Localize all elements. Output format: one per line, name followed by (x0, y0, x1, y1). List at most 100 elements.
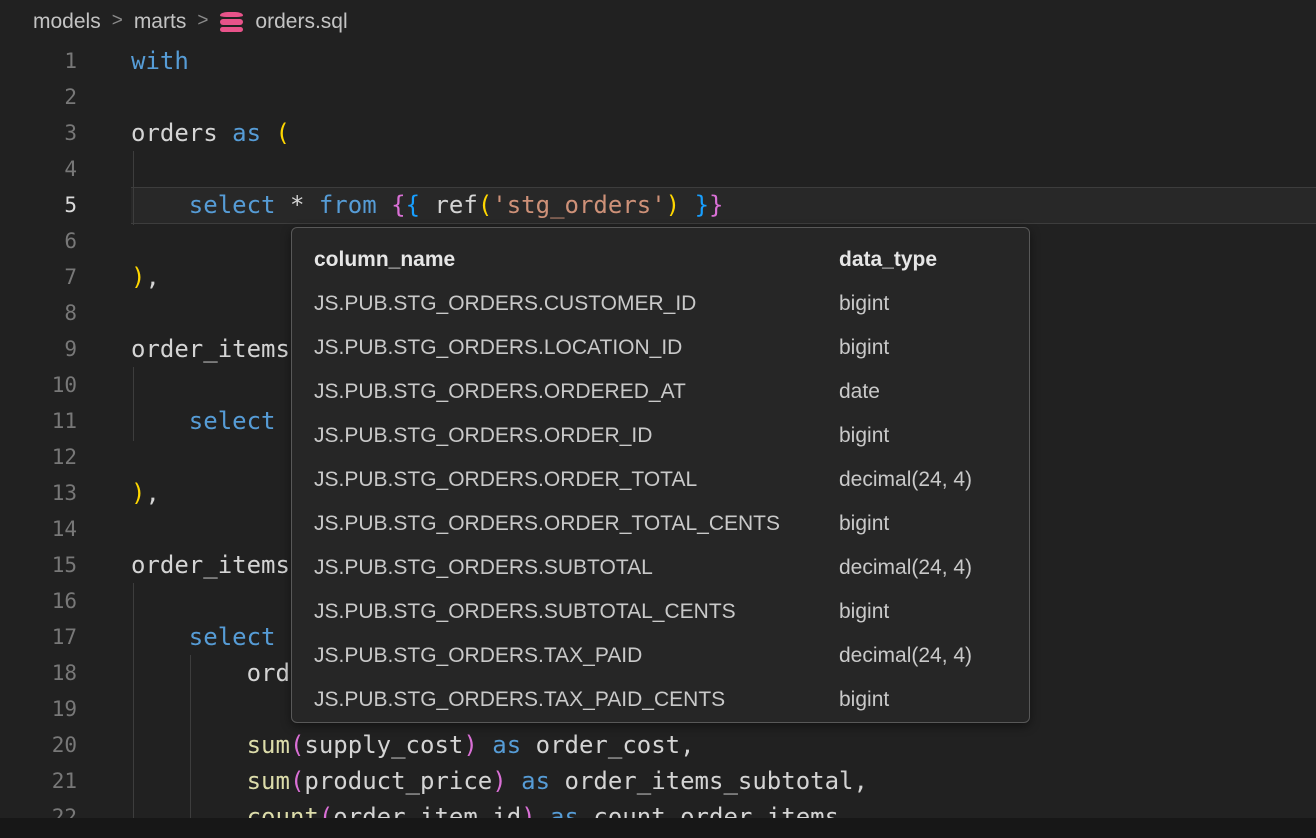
code-token: as (521, 767, 550, 795)
code-line-20[interactable]: sum(supply_cost) as order_cost, (131, 727, 1316, 763)
popup-cell-column-name: JS.PUB.STG_ORDERS.ORDER_ID (314, 424, 652, 447)
code-token: ref (434, 191, 477, 219)
code-token: sum (247, 767, 290, 795)
breadcrumb-item-marts[interactable]: marts (134, 10, 187, 34)
popup-cell-data-type: date (839, 370, 880, 414)
popup-row: JS.PUB.STG_ORDERS.ORDERED_AT date (292, 370, 1029, 414)
code-token: { (406, 191, 420, 219)
code-line-1[interactable]: with (131, 43, 1316, 79)
code-token: supply_cost (304, 731, 463, 759)
line-number-21: 21 (0, 763, 77, 799)
code-token: ( (290, 767, 304, 795)
code-token (131, 623, 189, 651)
code-token: sum (247, 731, 290, 759)
code-token (507, 767, 521, 795)
breadcrumb-item-file[interactable]: orders.sql (255, 10, 347, 34)
popup-row: JS.PUB.STG_ORDERS.TAX_PAIDdecimal(24, 4) (292, 634, 1029, 678)
code-token (131, 767, 247, 795)
popup-row: JS.PUB.STG_ORDERS.CUSTOMER_IDbigint (292, 282, 1029, 326)
code-token: order_items (131, 335, 290, 363)
breadcrumb-item-models[interactable]: models (33, 10, 101, 34)
popup-cell-data-type: bigint (839, 326, 889, 370)
code-token: as (232, 119, 261, 147)
code-token: with (131, 47, 189, 75)
code-token: ) (666, 191, 680, 219)
popup-cell-column-name: JS.PUB.STG_ORDERS.SUBTOTAL_CENTS (314, 600, 736, 623)
line-number-13: 13 (0, 475, 77, 511)
popup-cell-column-name: JS.PUB.STG_ORDERS.CUSTOMER_ID (314, 292, 696, 315)
line-number-7: 7 (0, 259, 77, 295)
code-token: ) (131, 479, 145, 507)
code-token (261, 119, 275, 147)
popup-cell-data-type: bigint (839, 502, 889, 546)
code-token (131, 407, 189, 435)
editor-screen: models > marts > orders.sql 123456789101… (0, 0, 1316, 838)
code-token: order_cost, (521, 731, 694, 759)
line-number-14: 14 (0, 511, 77, 547)
code-token: ( (290, 731, 304, 759)
popup-row: JS.PUB.STG_ORDERS.LOCATION_ID bigint (292, 326, 1029, 370)
line-number-11: 11 (0, 403, 77, 439)
line-number-17: 17 (0, 619, 77, 655)
code-token: ( (276, 119, 290, 147)
popup-cell-column-name: JS.PUB.STG_ORDERS.ORDERED_AT (314, 380, 686, 403)
code-line-2[interactable] (131, 79, 1316, 115)
popup-cell-data-type: decimal(24, 4) (839, 634, 972, 678)
code-token (680, 191, 694, 219)
code-token: order_items_subtotal, (550, 767, 868, 795)
line-number-5: 5 (0, 187, 77, 223)
code-token: from (319, 191, 377, 219)
code-token: as (492, 731, 521, 759)
popup-cell-data-type: bigint (839, 590, 889, 634)
popup-cell-data-type: bigint (839, 678, 889, 722)
popup-row: JS.PUB.STG_ORDERS.SUBTOTAL_CENTS bigint (292, 590, 1029, 634)
line-number-gutter: 12345678910111213141516171819202122 (0, 43, 77, 835)
code-token: product_price (304, 767, 492, 795)
database-icon (220, 12, 243, 33)
code-token: * (276, 191, 319, 219)
breadcrumb: models > marts > orders.sql (0, 0, 1316, 44)
line-number-19: 19 (0, 691, 77, 727)
code-token (478, 731, 492, 759)
code-token: order_items (131, 551, 290, 579)
popup-header-row: column_name data_type (292, 238, 1029, 282)
popup-header-column-name: column_name (314, 248, 455, 271)
popup-row: JS.PUB.STG_ORDERS.ORDER_TOTAL_CENTS bigin… (292, 502, 1029, 546)
code-token: ) (463, 731, 477, 759)
line-number-12: 12 (0, 439, 77, 475)
code-line-21[interactable]: sum(product_price) as order_items_subtot… (131, 763, 1316, 799)
line-number-18: 18 (0, 655, 77, 691)
line-number-6: 6 (0, 223, 77, 259)
popup-header-data-type: data_type (839, 238, 937, 282)
code-token: orders (131, 119, 232, 147)
line-number-15: 15 (0, 547, 77, 583)
code-token: , (145, 479, 159, 507)
popup-cell-data-type: decimal(24, 4) (839, 458, 972, 502)
code-line-5[interactable]: select * from {{ ref('stg_orders') }} (131, 187, 1316, 223)
line-number-1: 1 (0, 43, 77, 79)
line-number-2: 2 (0, 79, 77, 115)
popup-cell-column-name: JS.PUB.STG_ORDERS.ORDER_TOTAL_CENTS (314, 512, 780, 535)
code-line-4[interactable] (131, 151, 1316, 187)
line-number-4: 4 (0, 151, 77, 187)
line-number-20: 20 (0, 727, 77, 763)
code-token: } (695, 191, 709, 219)
code-token: select (189, 623, 276, 651)
line-number-10: 10 (0, 367, 77, 403)
popup-cell-column-name: JS.PUB.STG_ORDERS.LOCATION_ID (314, 336, 682, 359)
code-line-3[interactable]: orders as ( (131, 115, 1316, 151)
code-token: , (145, 263, 159, 291)
popup-row: JS.PUB.STG_ORDERS.SUBTOTALdecimal(24, 4) (292, 546, 1029, 590)
code-token: select (189, 407, 276, 435)
popup-row: JS.PUB.STG_ORDERS.ORDER_TOTALdecimal(24,… (292, 458, 1029, 502)
code-token: ) (492, 767, 506, 795)
popup-cell-column-name: JS.PUB.STG_ORDERS.TAX_PAID_CENTS (314, 688, 725, 711)
code-token (131, 191, 189, 219)
bottom-panel-edge (0, 818, 1316, 838)
column-info-popup: column_name data_type JS.PUB.STG_ORDERS.… (291, 227, 1030, 723)
popup-row: JS.PUB.STG_ORDERS.ORDER_IDbigint (292, 414, 1029, 458)
code-token: } (709, 191, 723, 219)
popup-cell-column-name: JS.PUB.STG_ORDERS.SUBTOTAL (314, 556, 653, 579)
line-number-9: 9 (0, 331, 77, 367)
code-token: 'stg_orders' (492, 191, 665, 219)
